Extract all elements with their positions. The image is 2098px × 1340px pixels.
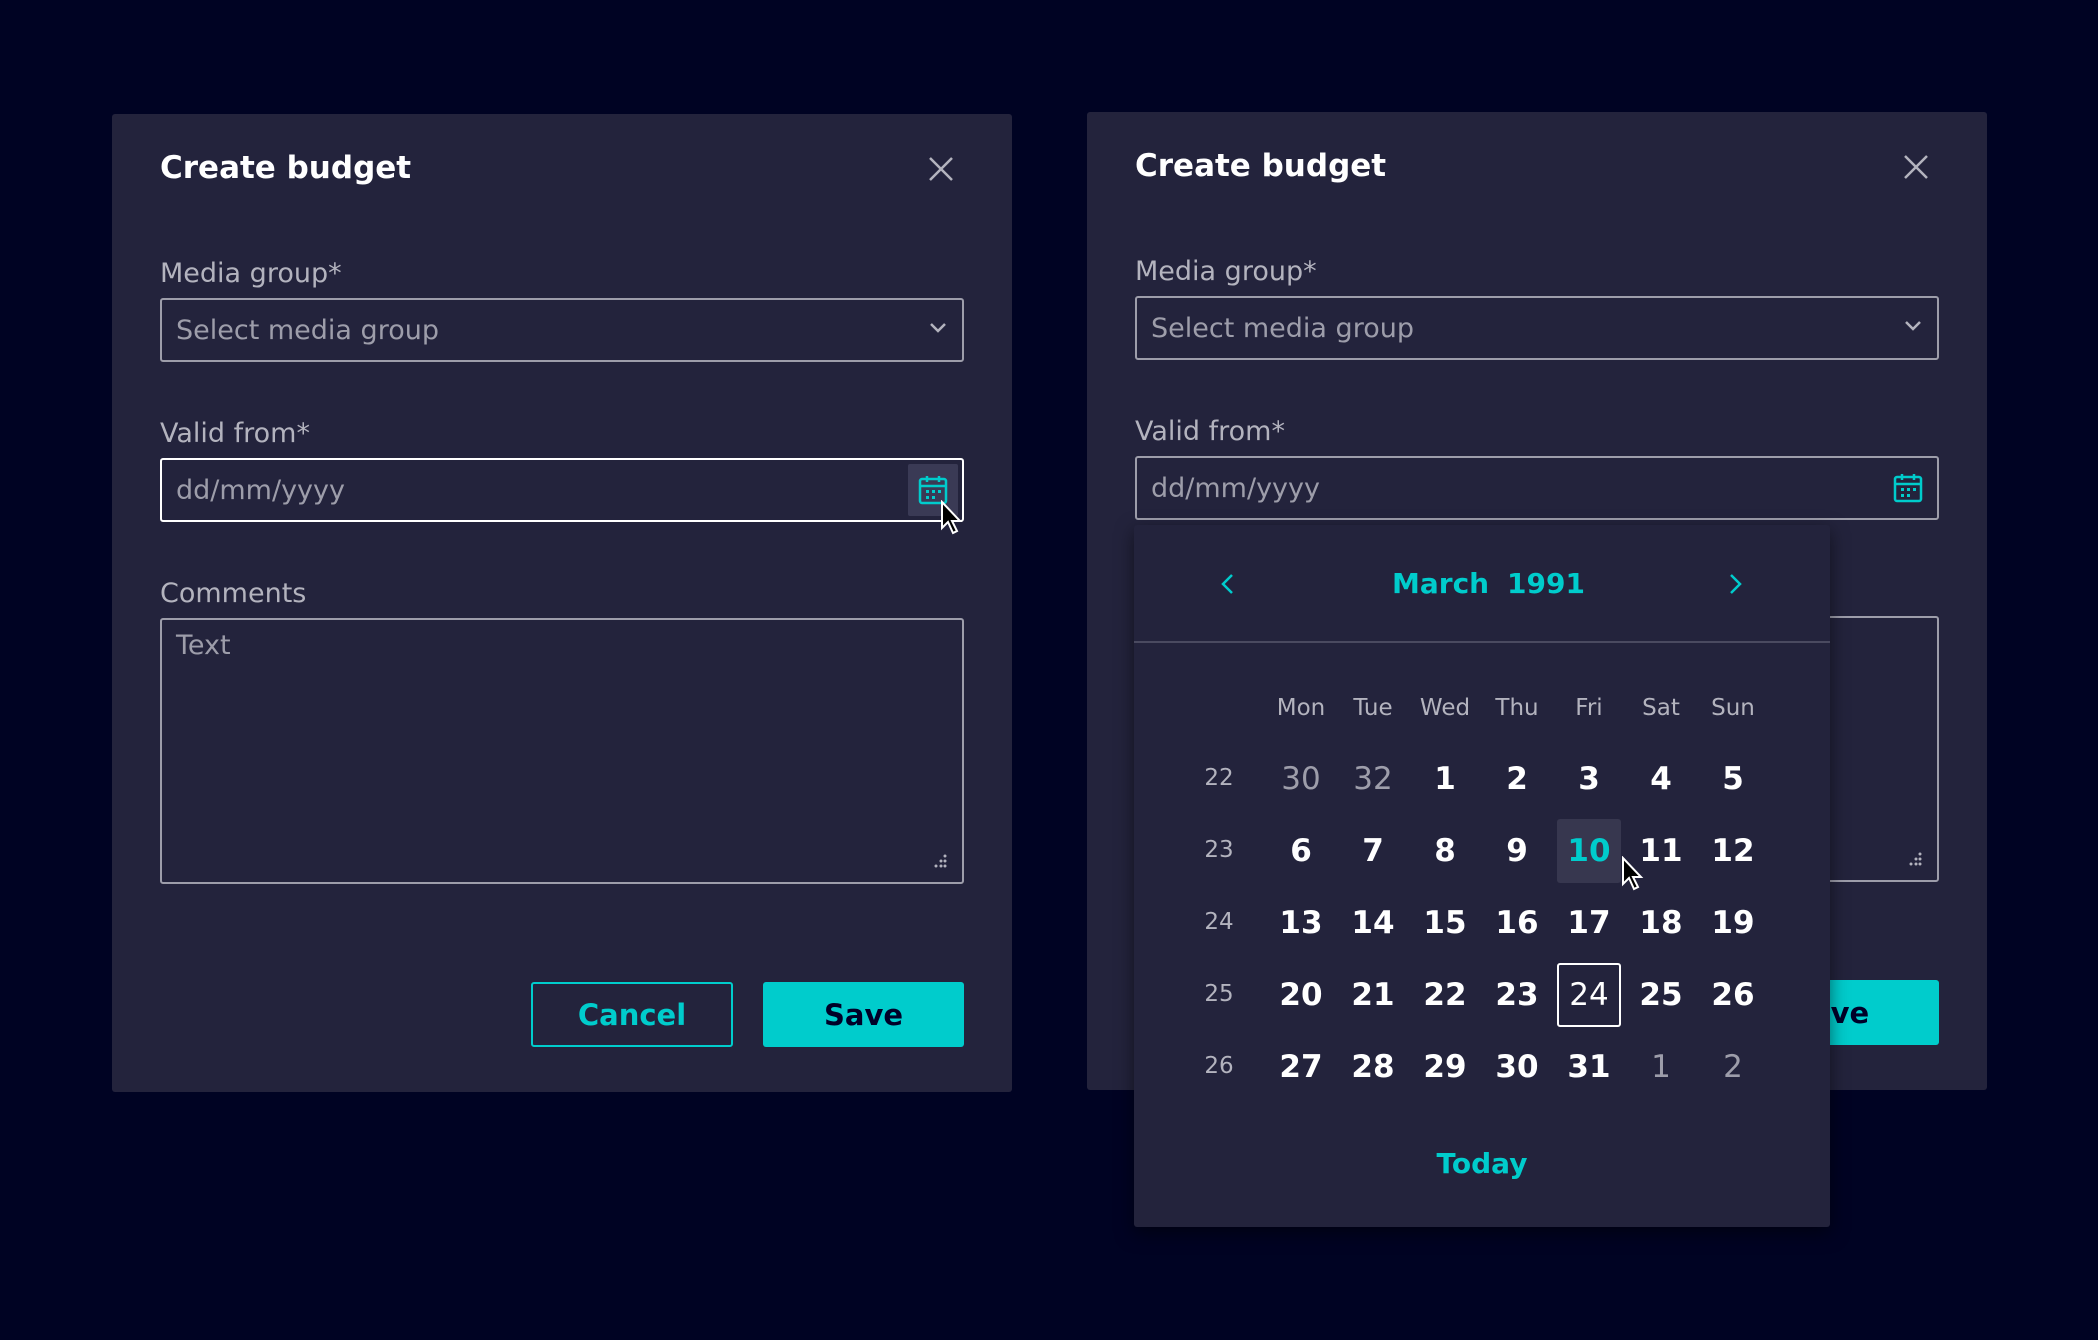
calendar-icon <box>1893 474 1923 503</box>
valid-from-input[interactable]: dd/mm/yyyy <box>160 458 964 522</box>
close-button[interactable] <box>926 154 956 184</box>
comments-label: Comments <box>160 578 307 609</box>
calendar-day[interactable]: 15 <box>1413 891 1477 955</box>
media-group-label: Media group* <box>160 258 342 289</box>
calendar-day[interactable]: 7 <box>1341 819 1405 883</box>
save-button[interactable]: Save <box>763 982 964 1047</box>
weekday-header: Wed <box>1419 695 1471 721</box>
calendar-day[interactable]: 32 <box>1341 747 1405 811</box>
weekday-header: Fri <box>1575 695 1603 721</box>
media-group-label: Media group* <box>1135 256 1317 287</box>
calendar-day[interactable]: 26 <box>1701 963 1765 1027</box>
comments-textarea[interactable]: Text <box>160 618 964 884</box>
cancel-button[interactable]: Cancel <box>531 982 733 1047</box>
calendar-day[interactable]: 1 <box>1413 747 1477 811</box>
weekday-header: Sat <box>1642 695 1680 721</box>
calendar-year[interactable]: 1991 <box>1507 567 1585 600</box>
week-number: 26 <box>1204 1053 1234 1079</box>
chevron-down-icon <box>1905 321 1921 331</box>
week-number: 22 <box>1204 765 1234 791</box>
calendar-day[interactable]: 28 <box>1341 1035 1405 1099</box>
calendar-month[interactable]: March <box>1392 567 1489 600</box>
close-icon <box>929 157 953 181</box>
calendar-day[interactable]: 4 <box>1629 747 1693 811</box>
calendar-day[interactable]: 12 <box>1701 819 1765 883</box>
dialog-title: Create budget <box>160 150 412 186</box>
calendar-day[interactable]: 13 <box>1269 891 1333 955</box>
media-group-placeholder: Select media group <box>176 315 439 346</box>
weekday-header: Mon <box>1276 695 1326 721</box>
calendar-day[interactable]: 6 <box>1269 819 1333 883</box>
valid-from-placeholder: dd/mm/yyyy <box>1151 473 1320 504</box>
dialog-title: Create budget <box>1135 148 1387 184</box>
create-budget-dialog: Create budget Media group* Select media … <box>112 114 1012 1092</box>
calendar-day[interactable]: 27 <box>1269 1035 1333 1099</box>
calendar-day[interactable]: 22 <box>1413 963 1477 1027</box>
valid-from-label: Valid from* <box>1135 416 1285 447</box>
calendar-day[interactable]: 17 <box>1557 891 1621 955</box>
calendar-day[interactable]: 21 <box>1341 963 1405 1027</box>
resize-handle-icon[interactable] <box>930 852 948 870</box>
calendar-day[interactable]: 3 <box>1557 747 1621 811</box>
close-button[interactable] <box>1901 152 1931 182</box>
media-group-select[interactable]: Select media group <box>160 298 964 362</box>
calendar-day[interactable]: 9 <box>1485 819 1549 883</box>
mouse-pointer-icon <box>941 500 963 535</box>
chevron-left-icon[interactable] <box>1214 570 1242 598</box>
calendar-day[interactable]: 23 <box>1485 963 1549 1027</box>
week-number: 25 <box>1204 981 1234 1007</box>
valid-from-label: Valid from* <box>160 418 310 449</box>
calendar-day[interactable]: 30 <box>1485 1035 1549 1099</box>
calendar-day[interactable]: 29 <box>1413 1035 1477 1099</box>
chevron-right-icon[interactable] <box>1721 570 1749 598</box>
valid-from-input[interactable]: dd/mm/yyyy <box>1135 456 1939 520</box>
valid-from-placeholder: dd/mm/yyyy <box>176 475 345 506</box>
calendar-day[interactable]: 14 <box>1341 891 1405 955</box>
weekday-header: Sun <box>1711 695 1755 721</box>
calendar-day-today[interactable]: 24 <box>1557 963 1621 1027</box>
calendar-button[interactable] <box>1883 462 1933 514</box>
media-group-placeholder: Select media group <box>1151 313 1414 344</box>
calendar-day[interactable]: 5 <box>1701 747 1765 811</box>
close-icon <box>1904 155 1928 179</box>
calendar-day[interactable]: 25 <box>1629 963 1693 1027</box>
calendar-day[interactable]: 16 <box>1485 891 1549 955</box>
resize-handle-icon[interactable] <box>1905 850 1923 868</box>
media-group-select[interactable]: Select media group <box>1135 296 1939 360</box>
mouse-pointer-icon <box>1622 856 1644 891</box>
chevron-down-icon <box>930 323 946 333</box>
calendar-day[interactable]: 31 <box>1557 1035 1621 1099</box>
calendar-day[interactable]: 2 <box>1485 747 1549 811</box>
calendar-header: March 1991 <box>1134 525 1830 643</box>
weekday-header: Tue <box>1353 695 1393 721</box>
calendar-day[interactable]: 8 <box>1413 819 1477 883</box>
today-button[interactable]: Today <box>1134 1147 1830 1180</box>
calendar-day[interactable]: 30 <box>1269 747 1333 811</box>
calendar-day[interactable]: 18 <box>1629 891 1693 955</box>
calendar-day[interactable]: 10 <box>1557 819 1621 883</box>
week-number: 23 <box>1204 837 1234 863</box>
comments-placeholder: Text <box>176 630 231 661</box>
calendar-day[interactable]: 2 <box>1701 1035 1765 1099</box>
week-number: 24 <box>1204 909 1234 935</box>
calendar-day[interactable]: 19 <box>1701 891 1765 955</box>
date-picker-popover: March 1991 Mon Tue Wed Thu Fri Sat Sun 22 30 32 1 2… <box>1134 525 1830 1227</box>
weekday-header: Thu <box>1495 695 1539 721</box>
calendar-day[interactable]: 1 <box>1629 1035 1693 1099</box>
calendar-day[interactable]: 20 <box>1269 963 1333 1027</box>
